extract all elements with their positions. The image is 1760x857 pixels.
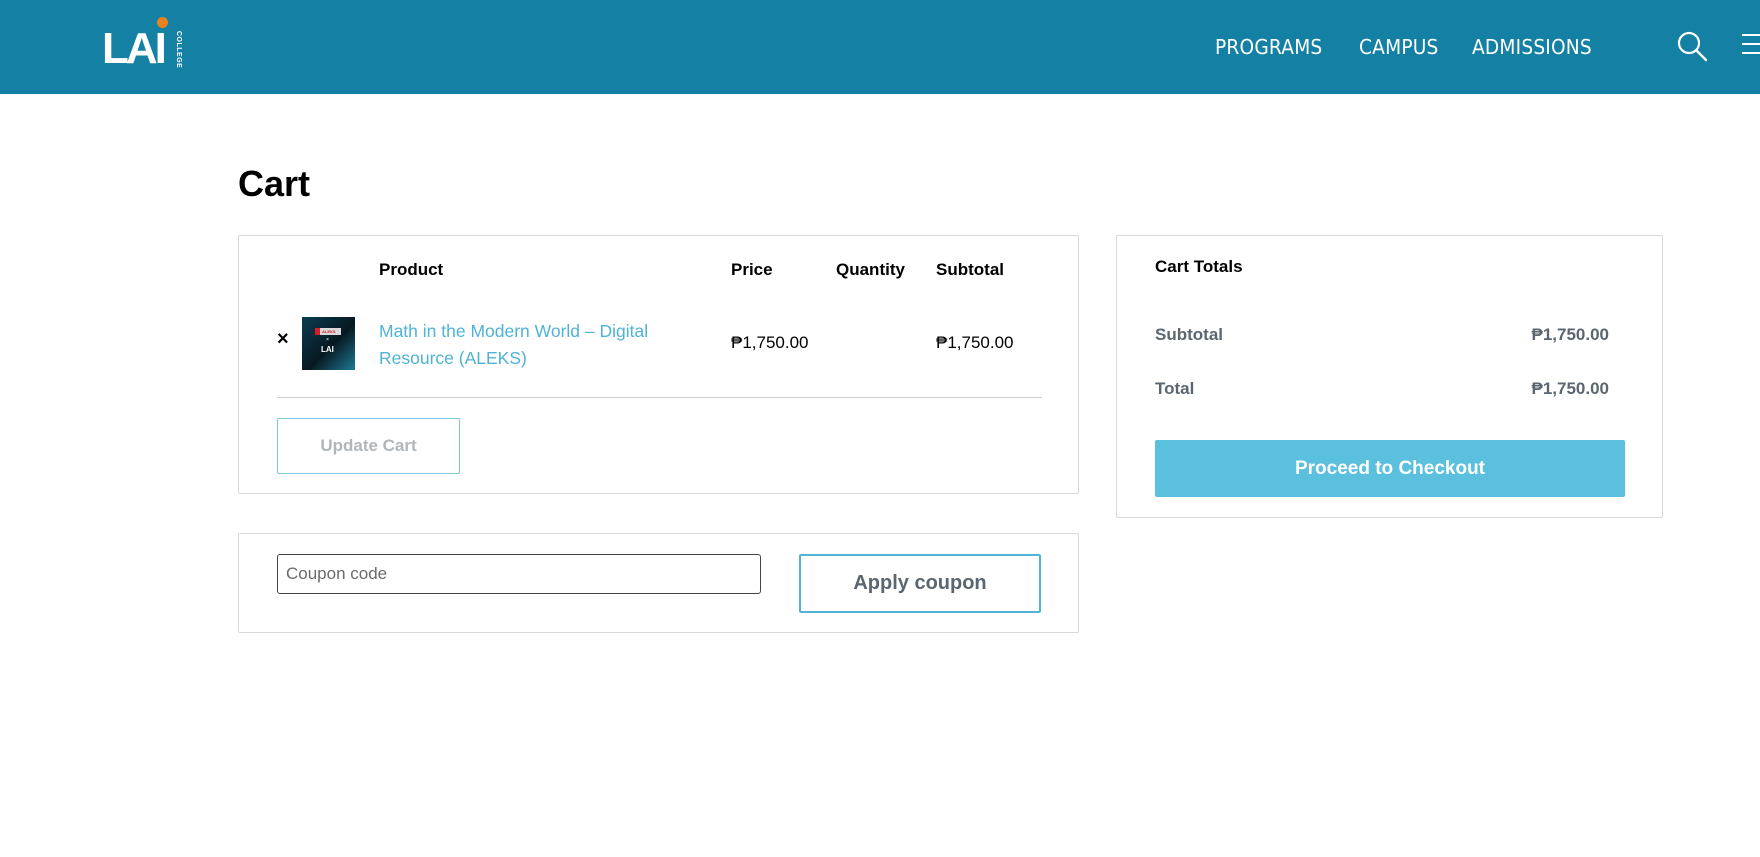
- page-title: Cart: [238, 163, 311, 204]
- product-thumbnail[interactable]: ALEKS × LAI: [302, 317, 355, 370]
- remove-item-icon[interactable]: ×: [277, 329, 293, 349]
- column-header-price: Price: [731, 260, 773, 279]
- nav-link-campus[interactable]: CAMPUS: [1359, 36, 1439, 58]
- logo-subtext: COLLEGE: [175, 31, 182, 69]
- cart-totals-panel: Cart Totals Subtotal ₱1,750.00 Total ₱1,…: [1116, 235, 1663, 518]
- totals-total-label: Total: [1155, 379, 1195, 398]
- coupon-code-input[interactable]: [277, 554, 761, 594]
- proceed-to-checkout-button[interactable]: Proceed to Checkout: [1155, 440, 1625, 497]
- item-price: ₱1,750.00: [731, 333, 809, 352]
- update-cart-button[interactable]: Update Cart: [277, 418, 460, 474]
- item-subtotal: ₱1,750.00: [936, 333, 1014, 352]
- thumbnail-brand-badge: ALEKS: [315, 328, 341, 335]
- site-logo[interactable]: LAI COLLEGE: [102, 17, 182, 73]
- column-header-quantity: Quantity: [836, 260, 905, 279]
- column-header-product: Product: [379, 260, 444, 279]
- nav-link-admissions[interactable]: ADMISSIONS: [1472, 36, 1592, 58]
- thumbnail-lai-logo: LAI: [321, 345, 334, 354]
- cart-totals-title: Cart Totals: [1155, 257, 1243, 276]
- product-name-link[interactable]: Math in the Modern World – Digital Resou…: [379, 318, 679, 372]
- logo-text: LAI: [102, 24, 167, 73]
- thumbnail-x: ×: [326, 337, 329, 343]
- totals-subtotal-value: ₱1,750.00: [1531, 325, 1609, 344]
- column-header-subtotal: Subtotal: [936, 260, 1004, 279]
- site-header: LAI COLLEGE PROGRAMS CAMPUS ADMISSIONS: [0, 0, 1760, 94]
- hamburger-menu-icon[interactable]: [1742, 32, 1760, 56]
- row-divider: [277, 397, 1042, 398]
- search-icon[interactable]: [1676, 30, 1708, 62]
- nav-link-programs[interactable]: PROGRAMS: [1215, 36, 1322, 58]
- cart-table-panel: Product Price Quantity Subtotal × ALEKS …: [238, 235, 1079, 494]
- coupon-panel: Apply coupon: [238, 533, 1079, 633]
- logo-dot: [157, 17, 168, 28]
- totals-total-value: ₱1,750.00: [1531, 379, 1609, 398]
- main-nav: PROGRAMS CAMPUS ADMISSIONS: [1215, 36, 1601, 58]
- totals-subtotal-label: Subtotal: [1155, 325, 1223, 344]
- apply-coupon-button[interactable]: Apply coupon: [799, 554, 1041, 613]
